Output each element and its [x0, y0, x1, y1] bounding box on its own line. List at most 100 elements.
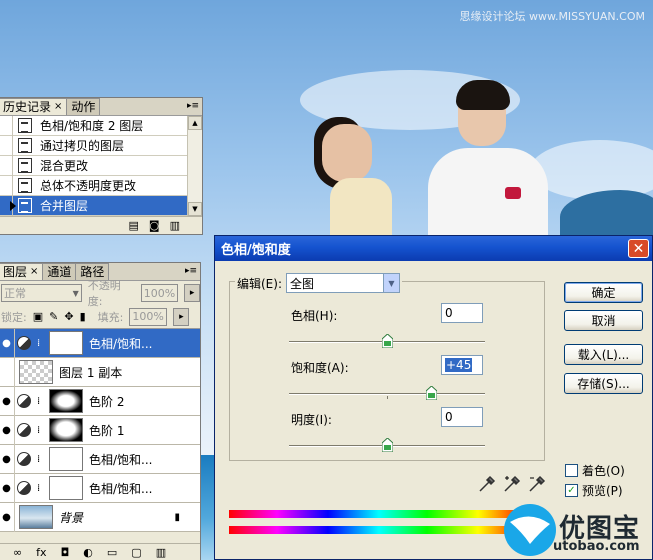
history-item[interactable]: 色相/饱和度 2 图层 — [0, 115, 202, 136]
scroll-up-icon[interactable]: ▲ — [188, 116, 202, 130]
layer-mask-thumbnail[interactable] — [49, 389, 83, 413]
eye-icon[interactable]: ● — [0, 502, 15, 532]
scroll-down-icon[interactable]: ▼ — [188, 202, 202, 216]
opacity-field[interactable]: 100% — [140, 284, 179, 302]
history-state-icon — [18, 118, 32, 133]
layers-footer: ∞ fx ◘ ◐ ▭ ▢ ▥ — [0, 543, 200, 560]
add-mask-icon[interactable]: ◘ — [61, 546, 70, 559]
layer-row[interactable]: 图层 1 副本 — [0, 357, 200, 387]
dialog-title: 色相/饱和度 — [221, 243, 291, 258]
history-scrollbar[interactable]: ▲ ▼ — [187, 116, 202, 216]
group-folder-icon[interactable]: ▭ — [107, 546, 117, 559]
preview-checkbox-row[interactable]: ✓ 预览(P) — [565, 482, 623, 499]
close-icon[interactable]: × — [30, 264, 38, 280]
adjustment-icon[interactable]: ◐ — [83, 546, 93, 559]
tab-paths[interactable]: 路径 — [75, 263, 110, 280]
history-snapshot-cell[interactable] — [0, 135, 13, 156]
link-icon: ⁞ — [37, 453, 41, 465]
layer-style-icon[interactable]: fx — [36, 546, 46, 559]
new-document-from-state-icon[interactable]: ▤ — [129, 219, 139, 232]
hue-slider-thumb[interactable] — [381, 334, 393, 348]
eye-icon[interactable] — [0, 357, 15, 387]
history-snapshot-cell[interactable] — [0, 155, 13, 176]
saturation-input[interactable]: +45 — [441, 355, 483, 375]
panel-menu-icon[interactable]: ▸≡ — [185, 266, 197, 276]
hue-input[interactable]: 0 — [441, 303, 483, 323]
layer-row-selected[interactable]: ● ⁞ 色相/饱和... — [0, 328, 200, 358]
adjustment-layer-icon — [17, 481, 31, 495]
edit-range-select[interactable]: 全图 ▼ — [286, 273, 400, 293]
history-panel: 历史记录 × 动作 ▸≡ 色相/饱和度 2 图层 通过拷贝的图层 混合更改 总体… — [0, 97, 203, 235]
history-item[interactable]: 混合更改 — [0, 155, 202, 176]
eyedropper-minus-icon[interactable] — [527, 474, 547, 494]
load-button[interactable]: 载入(L)... — [564, 344, 643, 365]
layer-row[interactable]: ● ⁞ 色相/饱和... — [0, 444, 200, 474]
saturation-slider-track[interactable] — [289, 393, 485, 395]
save-button[interactable]: 存储(S)... — [564, 373, 643, 394]
history-snapshot-cell[interactable] — [0, 175, 13, 196]
tab-layers[interactable]: 图层 × — [0, 263, 44, 280]
ok-button[interactable]: 确定 — [564, 282, 643, 303]
lock-pixels-icon[interactable]: ✎ — [49, 310, 58, 323]
history-item[interactable]: 总体不透明度更改 — [0, 175, 202, 196]
eyedropper-plus-icon[interactable] — [502, 474, 522, 494]
layer-mask-thumbnail[interactable] — [49, 447, 83, 471]
adjustment-layer-icon — [17, 394, 31, 408]
history-snapshot-cell[interactable] — [0, 115, 13, 136]
history-state-icon — [18, 138, 32, 153]
trash-icon[interactable]: ▥ — [156, 546, 166, 559]
logo-url: utobao.com — [553, 539, 640, 554]
adjustment-layer-icon — [17, 452, 31, 466]
cancel-button[interactable]: 取消 — [564, 310, 643, 331]
lock-position-icon[interactable]: ✥ — [64, 310, 73, 323]
layer-mask-thumbnail[interactable] — [49, 331, 83, 355]
trash-icon[interactable]: ▥ — [170, 219, 180, 232]
history-item-selected[interactable]: 合并图层 — [0, 195, 202, 216]
colorize-checkbox-row[interactable]: 着色(O) — [565, 462, 625, 479]
fill-field[interactable]: 100% — [129, 307, 168, 326]
photo-woman-face — [322, 124, 372, 182]
blend-mode-select[interactable]: 正常 ▼ — [1, 284, 82, 302]
link-layers-icon[interactable]: ∞ — [13, 546, 22, 559]
close-icon[interactable]: × — [54, 99, 62, 115]
preview-checkbox[interactable]: ✓ — [565, 484, 578, 497]
close-icon[interactable]: ✕ — [628, 239, 649, 258]
saturation-slider-thumb[interactable] — [425, 386, 437, 400]
panel-menu-icon[interactable]: ▸≡ — [187, 101, 199, 111]
tab-actions[interactable]: 动作 — [66, 98, 101, 115]
lightness-input[interactable]: 0 — [441, 407, 483, 427]
layer-row[interactable]: ● ⁞ 色相/饱和... — [0, 473, 200, 503]
chevron-down-icon: ▼ — [72, 288, 79, 298]
layer-thumbnail[interactable] — [19, 505, 53, 529]
camera-snapshot-icon[interactable]: ◙ — [149, 219, 160, 232]
eyedropper-icon[interactable] — [477, 474, 497, 494]
layer-row[interactable]: ● ⁞ 色阶 2 — [0, 386, 200, 416]
opacity-slider-button[interactable]: ▸ — [184, 284, 200, 302]
layer-mask-thumbnail[interactable] — [49, 476, 83, 500]
eye-icon[interactable]: ● — [0, 386, 15, 416]
lightness-slider-thumb[interactable] — [381, 438, 393, 452]
photo-woman-dress — [330, 178, 392, 238]
settings-group — [229, 281, 545, 461]
history-state-icon — [18, 158, 32, 173]
layer-row-background[interactable]: ● 背景 ▮ — [0, 502, 200, 532]
new-layer-icon[interactable]: ▢ — [131, 546, 141, 559]
history-footer: ▤ ◙ ▥ — [0, 216, 202, 234]
lock-all-icon[interactable]: ▮ — [80, 310, 86, 323]
lightness-label: 明度(I): — [291, 413, 332, 427]
eye-icon[interactable]: ● — [0, 473, 15, 503]
eye-icon[interactable]: ● — [0, 415, 15, 445]
lock-transparency-icon[interactable]: ▣ — [33, 310, 43, 323]
colorize-checkbox[interactable] — [565, 464, 578, 477]
fill-slider-button[interactable]: ▸ — [173, 307, 190, 326]
dialog-titlebar[interactable]: 色相/饱和度 ✕ — [215, 236, 652, 261]
eye-icon[interactable]: ● — [0, 328, 15, 358]
history-item[interactable]: 通过拷贝的图层 — [0, 135, 202, 156]
layer-mask-thumbnail[interactable] — [49, 418, 83, 442]
tab-history[interactable]: 历史记录 × — [0, 98, 68, 115]
layer-thumbnail[interactable] — [19, 360, 53, 384]
eye-icon[interactable]: ● — [0, 444, 15, 474]
tab-channels[interactable]: 通道 — [42, 263, 77, 280]
layer-row[interactable]: ● ⁞ 色阶 1 — [0, 415, 200, 445]
link-icon: ⁞ — [37, 337, 41, 349]
